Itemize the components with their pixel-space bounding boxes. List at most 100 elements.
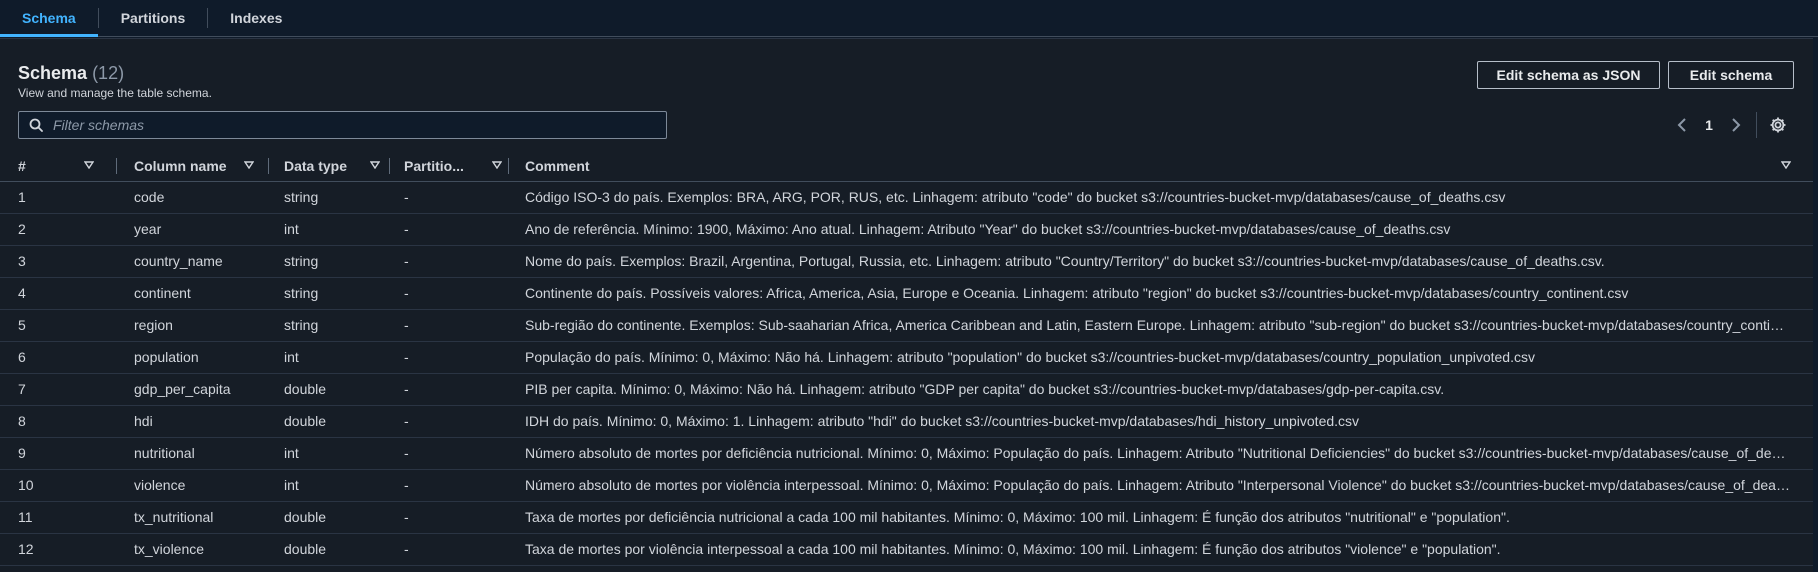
- title-text: Schema: [18, 63, 88, 83]
- cell-column-name: continent: [134, 285, 191, 301]
- page-description: View and manage the table schema.: [18, 86, 212, 100]
- column-header-label: #: [18, 157, 26, 174]
- cell-index: 6: [18, 349, 26, 365]
- cell-index: 2: [18, 221, 26, 237]
- column-header-label: Partitio...: [404, 157, 464, 174]
- table-row[interactable]: 10 violence int - Número absoluto de mor…: [0, 470, 1813, 502]
- cell-comment: Código ISO-3 do país. Exemplos: BRA, ARG…: [525, 189, 1506, 205]
- column-divider[interactable]: [268, 158, 269, 174]
- cell-data-type: double: [284, 413, 327, 429]
- table-row[interactable]: 11 tx_nutritional double - Taxa de morte…: [0, 502, 1813, 534]
- column-header-name[interactable]: Column name: [134, 149, 264, 182]
- table-row[interactable]: 4 continent string - Continente do país.…: [0, 278, 1813, 310]
- column-header-label: Comment: [525, 157, 590, 174]
- cell-data-type: int: [284, 477, 299, 493]
- settings-button[interactable]: [1769, 116, 1787, 134]
- column-header-label: Column name: [134, 157, 227, 174]
- cell-column-name: tx_nutritional: [134, 509, 214, 525]
- page-title: Schema (12): [18, 62, 212, 84]
- column-header-type[interactable]: Data type: [284, 149, 390, 182]
- tab-indexes[interactable]: Indexes: [208, 0, 304, 36]
- cell-index: 10: [18, 477, 34, 493]
- cell-column-name: region: [134, 317, 173, 333]
- cell-comment: Taxa de mortes por deficiência nutricion…: [525, 509, 1510, 525]
- cell-comment: Ano de referência. Mínimo: 1900, Máximo:…: [525, 221, 1451, 237]
- cell-column-name: hdi: [134, 413, 153, 429]
- cell-comment: Taxa de mortes por violência interpessoa…: [525, 541, 1501, 557]
- caret-down-icon: [84, 161, 94, 169]
- edit-schema-button[interactable]: Edit schema: [1668, 61, 1794, 89]
- tab-bar: Schema Partitions Indexes: [0, 0, 1818, 37]
- edit-schema-json-button[interactable]: Edit schema as JSON: [1477, 61, 1660, 89]
- cell-comment: Sub-região do continente. Exemplos: Sub-…: [525, 317, 1791, 333]
- chevron-left-icon: [1677, 118, 1686, 132]
- column-divider[interactable]: [116, 158, 117, 174]
- chevron-right-icon: [1732, 118, 1741, 132]
- cell-index: 7: [18, 381, 26, 397]
- table-row[interactable]: 7 gdp_per_capita double - PIB per capita…: [0, 374, 1813, 406]
- table-header: # Column name Data type Partitio... Comm…: [0, 149, 1813, 182]
- caret-down-icon: [1781, 161, 1791, 169]
- schema-container: Schema (12) View and manage the table sc…: [0, 38, 1813, 572]
- cell-comment: Número absoluto de mortes por violência …: [525, 477, 1791, 493]
- table-row[interactable]: 2 year int - Ano de referência. Mínimo: …: [0, 214, 1813, 246]
- cell-index: 12: [18, 541, 34, 557]
- cell-comment: Número absoluto de mortes por deficiênci…: [525, 445, 1791, 461]
- prev-page-button[interactable]: [1670, 117, 1694, 133]
- table-row[interactable]: 6 population int - População do país. Mí…: [0, 342, 1813, 374]
- cell-index: 9: [18, 445, 26, 461]
- cell-partition: -: [404, 381, 409, 397]
- cell-column-name: tx_violence: [134, 541, 205, 557]
- cell-column-name: gdp_per_capita: [134, 381, 231, 397]
- cell-column-name: country_name: [134, 253, 223, 269]
- caret-down-icon: [244, 161, 254, 169]
- caret-down-icon: [492, 161, 502, 169]
- tab-schema[interactable]: Schema: [0, 0, 98, 37]
- cell-data-type: double: [284, 541, 327, 557]
- cell-index: 5: [18, 317, 26, 333]
- table-row[interactable]: 5 region string - Sub-região do continen…: [0, 310, 1813, 342]
- search-box: [18, 111, 667, 139]
- tab-partitions[interactable]: Partitions: [99, 0, 208, 36]
- cell-data-type: string: [284, 317, 319, 333]
- cell-data-type: double: [284, 381, 327, 397]
- table-row[interactable]: 3 country_name string - Nome do país. Ex…: [0, 246, 1813, 278]
- column-divider[interactable]: [508, 158, 509, 174]
- cell-column-name: population: [134, 349, 199, 365]
- cell-data-type: int: [284, 349, 299, 365]
- cell-partition: -: [404, 285, 409, 301]
- cell-comment: Continente do país. Possíveis valores: A…: [525, 285, 1629, 301]
- current-page[interactable]: 1: [1694, 117, 1724, 133]
- title-count: (12): [92, 63, 125, 83]
- cell-data-type: string: [284, 253, 319, 269]
- cell-partition: -: [404, 445, 409, 461]
- cell-partition: -: [404, 253, 409, 269]
- cell-comment: PIB per capita. Mínimo: 0, Máximo: Não h…: [525, 381, 1445, 397]
- pagination: 1: [1670, 111, 1787, 139]
- column-header-comment[interactable]: Comment: [525, 149, 1801, 182]
- cell-index: 4: [18, 285, 26, 301]
- cell-data-type: string: [284, 189, 319, 205]
- search-input[interactable]: [51, 116, 641, 134]
- schema-header: Schema (12) View and manage the table sc…: [18, 62, 212, 100]
- cell-column-name: year: [134, 221, 162, 237]
- column-divider[interactable]: [389, 158, 390, 174]
- table-row[interactable]: 12 tx_violence double - Taxa de mortes p…: [0, 534, 1813, 566]
- search-icon: [29, 118, 43, 132]
- table-row[interactable]: 8 hdi double - IDH do país. Mínimo: 0, M…: [0, 406, 1813, 438]
- gear-icon: [1770, 117, 1786, 133]
- cell-comment: Nome do país. Exemplos: Brazil, Argentin…: [525, 253, 1605, 269]
- table-row[interactable]: 1 code string - Código ISO-3 do país. Ex…: [0, 182, 1813, 214]
- cell-index: 3: [18, 253, 26, 269]
- next-page-button[interactable]: [1724, 117, 1748, 133]
- cell-column-name: nutritional: [134, 445, 195, 461]
- table-row[interactable]: 9 nutritional int - Número absoluto de m…: [0, 438, 1813, 470]
- cell-column-name: code: [134, 189, 165, 205]
- cell-data-type: int: [284, 445, 299, 461]
- pager-divider: [1756, 112, 1757, 138]
- cell-comment: IDH do país. Mínimo: 0, Máximo: 1. Linha…: [525, 413, 1360, 429]
- column-header-index[interactable]: #: [18, 149, 104, 182]
- column-header-partition[interactable]: Partitio...: [404, 149, 512, 182]
- cell-data-type: string: [284, 285, 319, 301]
- cell-data-type: int: [284, 221, 299, 237]
